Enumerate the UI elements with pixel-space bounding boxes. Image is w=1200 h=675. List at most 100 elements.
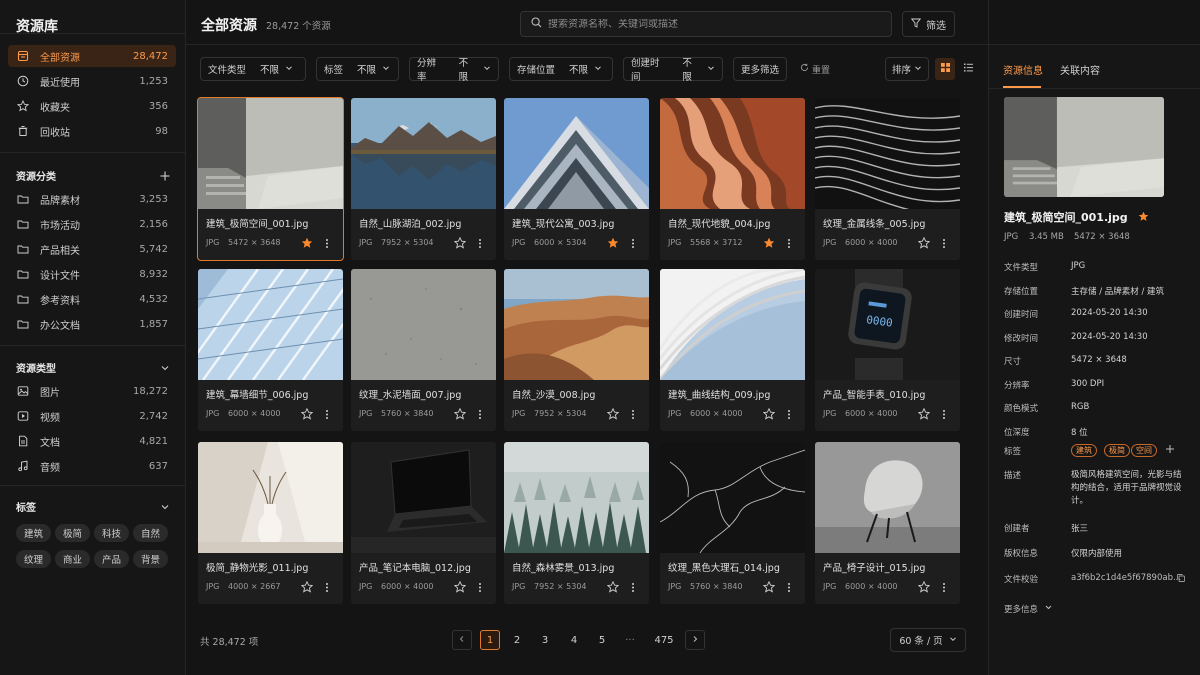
- tag-chip[interactable]: 科技: [94, 524, 130, 542]
- more-vertical-icon[interactable]: [477, 237, 483, 249]
- type-item[interactable]: 音频 637: [8, 455, 176, 477]
- nav-trash[interactable]: 回收站 98: [8, 120, 176, 142]
- category-item[interactable]: 设计文件 8,932: [8, 263, 176, 285]
- more-vertical-icon[interactable]: [941, 237, 947, 249]
- page-button[interactable]: 5: [592, 630, 612, 650]
- tag-chip[interactable]: 背景: [133, 550, 169, 568]
- page-button[interactable]: 3: [535, 630, 555, 650]
- asset-card[interactable]: 0000 产品_智能手表_010.jpg JPG 6000 × 4000: [815, 269, 960, 431]
- asset-card[interactable]: 纹理_金属线条_005.jpg JPG 6000 × 4000: [815, 98, 960, 260]
- asset-card[interactable]: 纹理_黑色大理石_014.jpg JPG 5760 × 3840: [660, 442, 805, 604]
- star-filled-icon[interactable]: [301, 237, 313, 249]
- star-icon[interactable]: [917, 236, 931, 249]
- category-item[interactable]: 参考资料 4,532: [8, 288, 176, 310]
- category-item[interactable]: 市场活动 2,156: [8, 213, 176, 235]
- detail-tag[interactable]: 极简: [1104, 444, 1130, 457]
- asset-card[interactable]: 自然_森林雾景_013.jpg JPG 7952 × 5304: [504, 442, 649, 604]
- star-icon[interactable]: [606, 580, 620, 593]
- asset-card[interactable]: 建筑_现代公寓_003.jpg JPG 6000 × 5304: [504, 98, 649, 260]
- filter-dropdown[interactable]: 文件类型 不限: [200, 57, 306, 81]
- category-item[interactable]: 办公文档 1,857: [8, 313, 176, 335]
- asset-card[interactable]: 产品_椅子设计_015.jpg JPG 6000 × 4000: [815, 442, 960, 604]
- page-button[interactable]: 475: [652, 630, 676, 650]
- type-item[interactable]: 视频 2,742: [8, 405, 176, 427]
- more-vertical-icon[interactable]: [324, 408, 330, 420]
- more-vertical-icon[interactable]: [324, 237, 330, 249]
- star-icon[interactable]: [606, 407, 620, 420]
- tag-chip[interactable]: 纹理: [16, 550, 52, 568]
- asset-card[interactable]: 纹理_水泥墙面_007.jpg JPG 5760 × 3840: [351, 269, 496, 431]
- type-item[interactable]: 文档 4,821: [8, 430, 176, 452]
- filter-button[interactable]: 筛选: [902, 11, 955, 37]
- asset-card[interactable]: 建筑_极简空间_001.jpg JPG 5472 × 3648: [197, 97, 344, 261]
- nav-favorites[interactable]: 收藏夹 356: [8, 95, 176, 117]
- tag-chip[interactable]: 产品: [94, 550, 130, 568]
- tab-info[interactable]: 资源信息: [1003, 62, 1043, 77]
- category-item[interactable]: 品牌素材 3,253: [8, 188, 176, 210]
- star-icon[interactable]: [453, 236, 467, 249]
- tag-chip[interactable]: 极简: [55, 524, 91, 542]
- more-vertical-icon[interactable]: [786, 237, 792, 249]
- asset-card[interactable]: 建筑_幕墙细节_006.jpg JPG 6000 × 4000: [198, 269, 343, 431]
- tag-chip[interactable]: 商业: [55, 550, 91, 568]
- star-icon[interactable]: [762, 407, 776, 420]
- more-vertical-icon[interactable]: [941, 408, 947, 420]
- page-button[interactable]: 4: [564, 630, 584, 650]
- asset-card[interactable]: 建筑_曲线结构_009.jpg JPG 6000 × 4000: [660, 269, 805, 431]
- more-vertical-icon[interactable]: [630, 408, 636, 420]
- list-view-button[interactable]: [958, 58, 978, 80]
- copy-icon[interactable]: [1176, 573, 1186, 586]
- more-vertical-icon[interactable]: [786, 408, 792, 420]
- search-input[interactable]: [548, 18, 868, 30]
- more-vertical-icon[interactable]: [630, 237, 636, 249]
- star-icon[interactable]: [762, 580, 776, 593]
- star-filled-icon[interactable]: [607, 237, 619, 249]
- more-vertical-icon[interactable]: [786, 581, 792, 593]
- category-item[interactable]: 产品相关 5,742: [8, 238, 176, 260]
- detail-tag[interactable]: 空间: [1131, 444, 1157, 457]
- chevron-down-icon[interactable]: [160, 502, 170, 512]
- star-icon[interactable]: [917, 580, 931, 593]
- filter-dropdown[interactable]: 分辨率 不限: [409, 57, 499, 83]
- page-button[interactable]: 1: [480, 630, 500, 650]
- detail-tag[interactable]: 建筑: [1071, 444, 1097, 457]
- star-icon[interactable]: [300, 407, 314, 420]
- asset-card[interactable]: 产品_笔记本电脑_012.jpg JPG 6000 × 4000: [351, 442, 496, 604]
- grid-view-button[interactable]: [935, 58, 955, 80]
- nav-recent[interactable]: 最近使用 1,253: [8, 70, 176, 92]
- tag-chip[interactable]: 自然: [133, 524, 169, 542]
- filter-dropdown[interactable]: 创建时间 不限: [623, 57, 723, 83]
- asset-card[interactable]: 自然_现代地貌_004.jpg JPG 5568 × 3712: [660, 98, 805, 260]
- star-filled-icon[interactable]: [1138, 211, 1149, 225]
- chevron-down-icon[interactable]: [160, 363, 170, 373]
- add-tag-icon[interactable]: [1165, 444, 1175, 457]
- search-box[interactable]: [520, 11, 892, 37]
- star-icon[interactable]: [917, 407, 931, 420]
- next-page-button[interactable]: [685, 630, 705, 650]
- more-filters-button[interactable]: 更多筛选: [733, 57, 788, 81]
- asset-card[interactable]: 自然_沙漠_008.jpg JPG 7952 × 5304: [504, 269, 649, 431]
- more-info-toggle[interactable]: 更多信息: [1004, 603, 1053, 615]
- star-icon[interactable]: [453, 580, 467, 593]
- prev-page-button[interactable]: [452, 630, 472, 650]
- type-item[interactable]: 图片 18,272: [8, 380, 176, 402]
- tab-related[interactable]: 关联内容: [1060, 62, 1100, 77]
- reset-button[interactable]: 重置: [800, 57, 830, 81]
- filter-dropdown[interactable]: 标签 不限: [316, 57, 399, 81]
- add-category-icon[interactable]: [160, 171, 170, 181]
- more-vertical-icon[interactable]: [477, 408, 483, 420]
- star-filled-icon[interactable]: [763, 237, 775, 249]
- page-button[interactable]: 2: [507, 630, 527, 650]
- more-vertical-icon[interactable]: [630, 581, 636, 593]
- star-icon[interactable]: [453, 407, 467, 420]
- filter-dropdown[interactable]: 存储位置 不限: [509, 57, 613, 81]
- per-page-select[interactable]: 60 条 / 页: [890, 628, 966, 652]
- asset-card[interactable]: 极简_静物光影_011.jpg JPG 4000 × 2667: [198, 442, 343, 604]
- more-vertical-icon[interactable]: [941, 581, 947, 593]
- more-vertical-icon[interactable]: [477, 581, 483, 593]
- tag-chip[interactable]: 建筑: [16, 524, 52, 542]
- star-icon[interactable]: [300, 580, 314, 593]
- more-vertical-icon[interactable]: [324, 581, 330, 593]
- nav-all-resources[interactable]: 全部资源 28,472: [8, 45, 176, 67]
- asset-card[interactable]: 自然_山脉湖泊_002.jpg JPG 7952 × 5304: [351, 98, 496, 260]
